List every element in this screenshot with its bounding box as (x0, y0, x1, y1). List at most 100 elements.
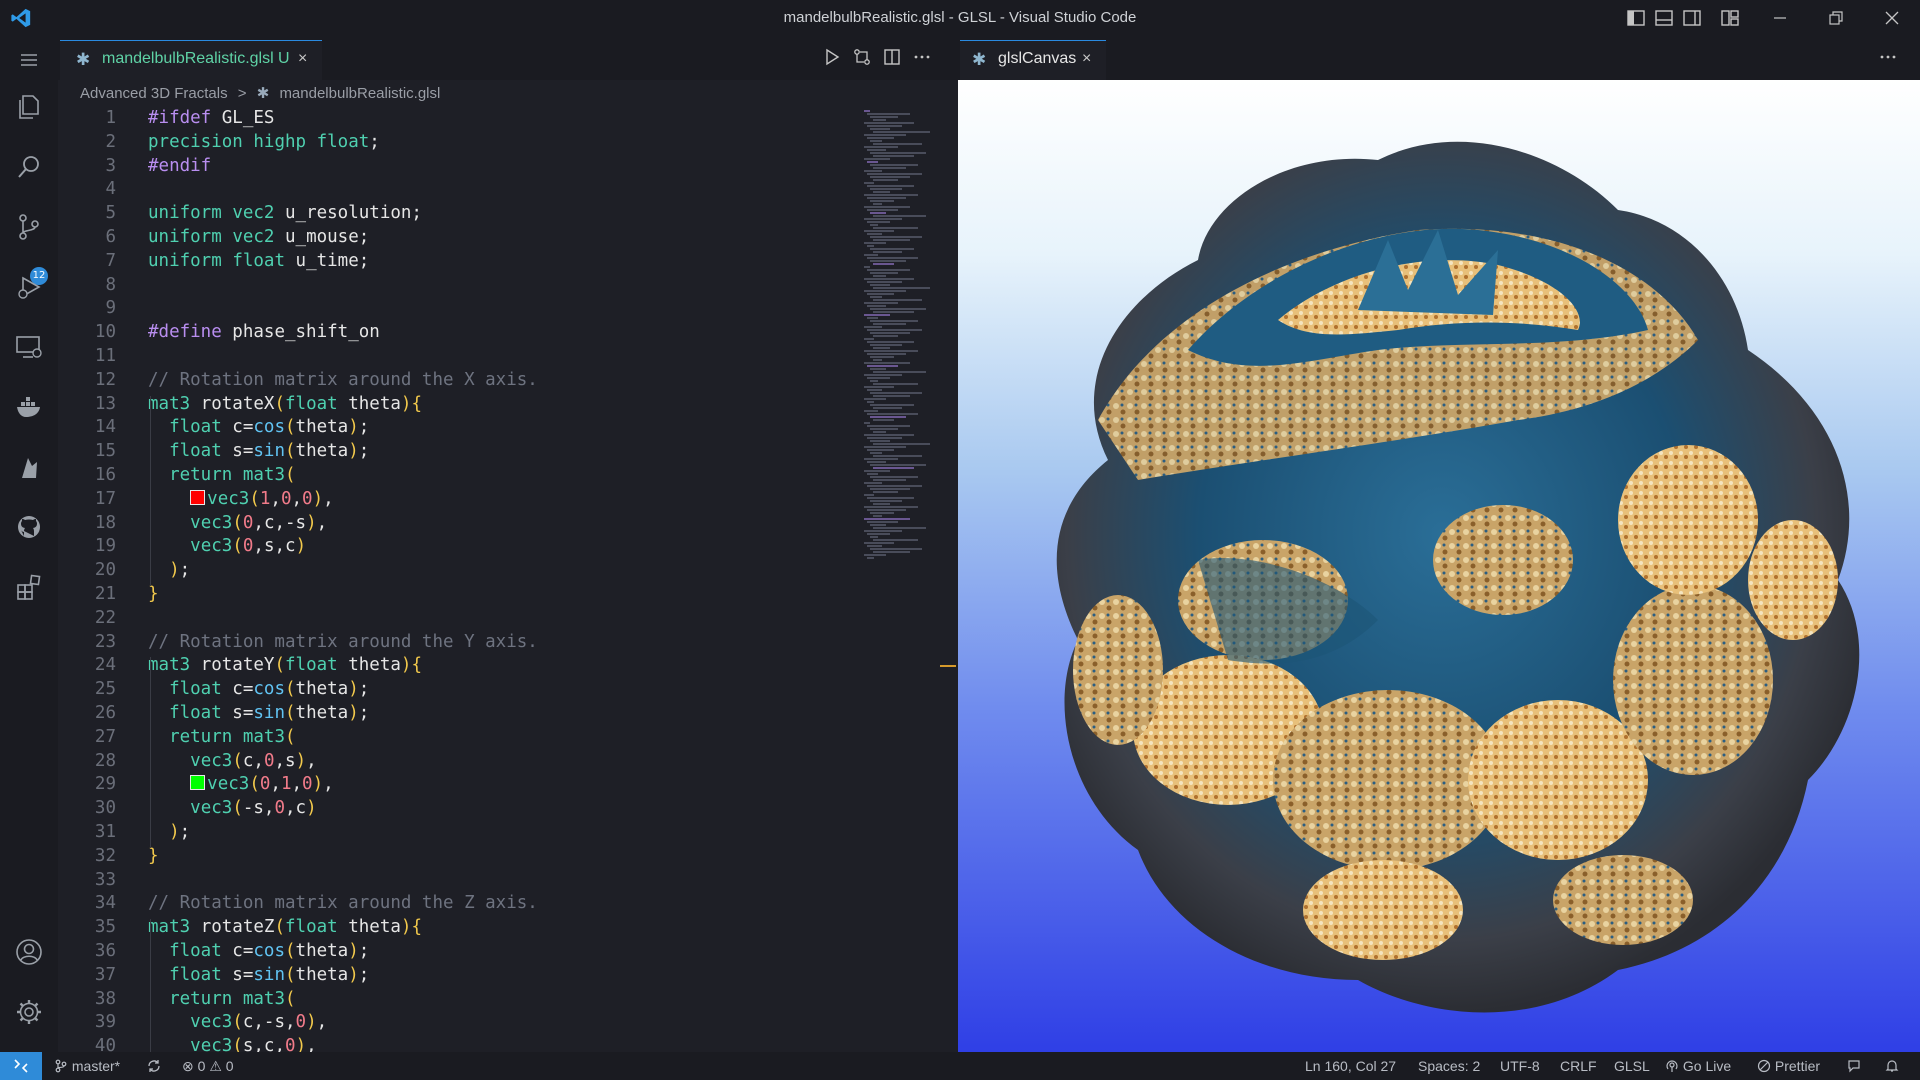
code-text: #define phase_shift_on (148, 322, 380, 343)
code-line[interactable]: 29 vec3(0,1,0), (58, 772, 958, 796)
run-icon[interactable] (822, 47, 842, 67)
problems-indicator[interactable]: ⊗ 0 ⚠ 0 (182, 1052, 234, 1080)
notifications-bell-icon[interactable] (1884, 1058, 1900, 1074)
extension-view-icon[interactable] (13, 451, 45, 483)
code-line[interactable]: 13 mat3 rotateX(float theta){ (58, 392, 958, 416)
code-line[interactable]: 5 uniform vec2 u_resolution; (58, 201, 958, 225)
indentation[interactable]: Spaces: 2 (1418, 1052, 1480, 1080)
code-line[interactable]: 34 // Rotation matrix around the Z axis. (58, 891, 958, 915)
code-line[interactable]: 26 float s=sin(theta); (58, 701, 958, 725)
restore-button[interactable] (1808, 0, 1864, 36)
code-line[interactable]: 1 #ifdef GL_ES (58, 106, 958, 130)
breadcrumb-file[interactable]: mandelbulbRealistic.glsl (279, 85, 440, 102)
language-mode[interactable]: GLSL (1614, 1052, 1650, 1080)
code-line[interactable]: 7 uniform float u_time; (58, 249, 958, 273)
code-line[interactable]: 10 #define phase_shift_on (58, 320, 958, 344)
breadcrumb-folder[interactable]: Advanced 3D Fractals (80, 85, 228, 102)
code-line[interactable]: 11 (58, 344, 958, 368)
feedback-icon[interactable] (1846, 1058, 1862, 1074)
code-line[interactable]: 4 (58, 177, 958, 201)
toggle-panel-icon[interactable] (1654, 8, 1674, 28)
minimap-line (864, 494, 874, 496)
minimap-line (873, 515, 882, 517)
tab-label: mandelbulbRealistic.glsl (102, 50, 274, 67)
code-line[interactable]: 9 (58, 296, 958, 320)
sync-icon[interactable] (146, 1058, 162, 1074)
code-line[interactable]: 23 // Rotation matrix around the Y axis. (58, 630, 958, 654)
code-line[interactable]: 31 ); (58, 820, 958, 844)
code-line[interactable]: 12 // Rotation matrix around the X axis. (58, 368, 958, 392)
code-line[interactable]: 2 precision highp float; (58, 130, 958, 154)
more-actions-icon[interactable] (1878, 47, 1898, 67)
code-line[interactable]: 32} (58, 844, 958, 868)
code-line[interactable]: 17 vec3(1,0,0), (58, 487, 958, 511)
code-line[interactable]: 38 return mat3( (58, 987, 958, 1011)
run-debug-icon[interactable] (13, 271, 45, 303)
close-tab-icon[interactable]: × (1082, 50, 1091, 68)
tab-glslcanvas[interactable]: ✱ glslCanvas × (960, 40, 1106, 80)
code-line[interactable]: 39 vec3(c,-s,0), (58, 1010, 958, 1034)
line-number: 4 (105, 179, 116, 200)
close-tab-icon[interactable]: × (298, 50, 307, 68)
docker-icon[interactable] (13, 391, 45, 423)
code-line[interactable]: 33 (58, 868, 958, 892)
code-line[interactable]: 21} (58, 582, 958, 606)
tab-mandelbulb[interactable]: ✱ mandelbulbRealistic.glsl U × (60, 40, 322, 80)
cursor-position[interactable]: Ln 160, Col 27 (1305, 1052, 1396, 1080)
menu-icon[interactable] (13, 44, 45, 76)
code-line[interactable]: 15 float s=sin(theta); (58, 439, 958, 463)
code-line[interactable]: 8 (58, 273, 958, 297)
color-swatch[interactable] (190, 489, 206, 505)
accounts-icon[interactable] (13, 936, 45, 968)
search-icon[interactable] (13, 151, 45, 183)
code-line[interactable]: 25 float c=cos(theta); (58, 677, 958, 701)
color-swatch[interactable] (190, 775, 206, 791)
preview-tab-bar: ✱ glslCanvas × (958, 36, 1920, 80)
code-line[interactable]: 36 float c=cos(theta); (58, 939, 958, 963)
minimize-button[interactable] (1752, 0, 1808, 36)
code-line[interactable]: 16 return mat3( (58, 463, 958, 487)
code-line[interactable]: 28 vec3(c,0,s), (58, 749, 958, 773)
minimap-line (867, 473, 878, 475)
toggle-primary-sidebar-icon[interactable] (1626, 8, 1646, 28)
explorer-icon[interactable] (13, 91, 45, 123)
code-line[interactable]: 24 mat3 rotateY(float theta){ (58, 653, 958, 677)
minimap-line (864, 542, 894, 544)
code-line[interactable]: 40 vec3(s,c,0), (58, 1034, 958, 1052)
customize-layout-icon[interactable] (1720, 8, 1740, 28)
code-line[interactable]: 18 vec3(0,c,-s), (58, 511, 958, 535)
extensions-icon[interactable] (13, 571, 45, 603)
code-line[interactable]: 3 #endif (58, 154, 958, 178)
settings-gear-icon[interactable] (13, 996, 45, 1028)
code-line[interactable]: 20 ); (58, 558, 958, 582)
code-line[interactable]: 37 float s=sin(theta); (58, 963, 958, 987)
go-live-button[interactable]: Go Live (1665, 1052, 1731, 1080)
minimap-line (867, 353, 906, 355)
minimap-line (873, 503, 890, 505)
open-changes-icon[interactable] (852, 47, 872, 67)
encoding[interactable]: UTF-8 (1500, 1052, 1540, 1080)
code-line[interactable]: 6 uniform vec2 u_mouse; (58, 225, 958, 249)
split-editor-icon[interactable] (882, 47, 902, 67)
code-line[interactable]: 35 mat3 rotateZ(float theta){ (58, 915, 958, 939)
remote-explorer-icon[interactable] (13, 331, 45, 363)
close-window-button[interactable] (1864, 0, 1920, 36)
glsl-canvas-preview[interactable] (958, 80, 1920, 1052)
prettier-button[interactable]: Prettier (1757, 1052, 1820, 1080)
code-line[interactable]: 27 return mat3( (58, 725, 958, 749)
source-control-icon[interactable] (13, 211, 45, 243)
minimap[interactable] (864, 106, 944, 576)
code-line[interactable]: 22 (58, 606, 958, 630)
code-editor[interactable]: 1 #ifdef GL_ES 2 precision highp float; 3 #en… (58, 106, 958, 1052)
more-actions-icon[interactable] (912, 47, 932, 67)
code-line[interactable]: 19 vec3(0,s,c) (58, 534, 958, 558)
end-of-line[interactable]: CRLF (1560, 1052, 1597, 1080)
github-icon[interactable] (13, 511, 45, 543)
remote-indicator[interactable] (0, 1052, 42, 1080)
code-line[interactable]: 14 float c=cos(theta); (58, 415, 958, 439)
code-text: ); (169, 822, 191, 842)
minimap-line (864, 278, 914, 280)
git-branch[interactable]: master* (54, 1052, 120, 1080)
code-line[interactable]: 30 vec3(-s,0,c) (58, 796, 958, 820)
toggle-secondary-sidebar-icon[interactable] (1682, 8, 1702, 28)
